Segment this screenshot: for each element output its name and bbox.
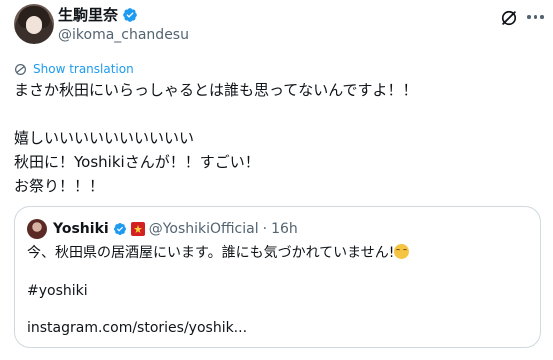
more-icon[interactable]	[527, 14, 545, 20]
avatar-face	[26, 16, 42, 34]
quoted-hashtag[interactable]: #yoshiki	[27, 281, 88, 301]
author-handle[interactable]: @ikoma_chandesu	[58, 27, 189, 43]
tweet-view: 生駒里奈 @ikoma_chandesu Show translation まさ…	[0, 0, 553, 360]
tweet-body: まさか秋田にいらっしゃるとは誰も思ってないんですよ！！ 嬉しいいいいいいいいいい…	[14, 81, 418, 195]
quoted-author-row: Yoshiki @YoshikiOfficial · 16h	[53, 219, 298, 239]
more-dot	[533, 15, 537, 19]
show-translation-row[interactable]: Show translation	[14, 62, 134, 76]
quoted-timestamp[interactable]: 16h	[271, 221, 298, 237]
smiling-face-emoji	[394, 244, 410, 259]
translate-icon	[15, 63, 26, 75]
quoted-text: 今、秋田県の居酒屋にいます。誰にも気づかれていません!	[27, 243, 527, 263]
quoted-separator: ·	[262, 221, 268, 237]
more-dot	[527, 15, 531, 19]
quoted-author-handle[interactable]: @YoshikiOfficial	[149, 221, 259, 237]
quoted-author-name[interactable]: Yoshiki	[53, 221, 109, 237]
show-translation-link[interactable]: Show translation	[33, 62, 134, 76]
quoted-tweet-card[interactable]: Yoshiki @YoshikiOfficial · 16h 今、秋田県の居酒屋…	[14, 206, 541, 348]
author-avatar[interactable]	[14, 4, 54, 44]
verified-badge-icon	[123, 8, 137, 22]
author-display-name[interactable]: 生駒里奈	[58, 6, 118, 24]
verified-badge-icon	[113, 223, 126, 235]
quoted-author-avatar[interactable]	[27, 219, 47, 239]
japan-flag-badge-icon	[130, 222, 145, 236]
quoted-link[interactable]: instagram.com/stories/yoshik...	[27, 318, 247, 338]
quoted-text-content: 今、秋田県の居酒屋にいます。誰にも気づかれていません!	[27, 245, 395, 261]
more-dot	[540, 15, 544, 19]
author-name-row: 生駒里奈	[58, 6, 138, 24]
grok-icon[interactable]	[499, 8, 519, 28]
